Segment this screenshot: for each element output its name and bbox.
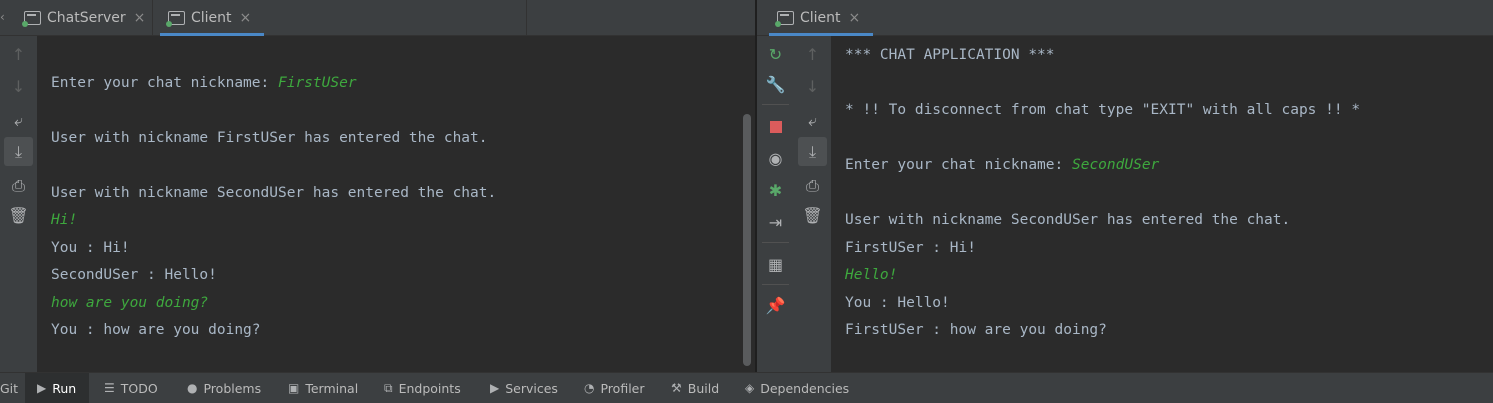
console-line: Enter your chat nickname: SecondUSer: [845, 157, 1160, 173]
left-console-output[interactable]: Enter your chat nickname: FirstUSer User…: [37, 36, 755, 372]
close-icon[interactable]: ×: [849, 10, 861, 26]
problems-icon: ●: [187, 381, 198, 395]
tool-window-git[interactable]: Git: [0, 373, 22, 403]
console-tab-icon: [22, 11, 41, 27]
console-line: You : Hello!: [845, 295, 950, 311]
console-line: You : Hi!: [51, 240, 130, 256]
problems-label: Problems: [203, 380, 262, 396]
console-line: SecondUSer : Hello!: [51, 267, 217, 283]
user-input-text: SecondUSer: [1071, 157, 1160, 173]
tab-scroll-left-icon[interactable]: ‹: [0, 10, 5, 24]
exit-icon[interactable]: ⇥: [761, 208, 790, 237]
vertical-scrollbar[interactable]: [743, 114, 751, 366]
print-icon[interactable]: ⎙: [798, 171, 827, 200]
toolbar-divider: [762, 104, 789, 105]
git-label: Git: [0, 380, 19, 396]
build-icon: ⚒: [671, 381, 682, 395]
console-line: Enter your chat nickname: FirstUSer: [51, 75, 357, 91]
layout-icon[interactable]: ▦: [761, 250, 790, 279]
soft-wrap-icon[interactable]: ⤶: [4, 106, 33, 135]
profiler-label: Profiler: [600, 380, 645, 396]
stop-icon[interactable]: [761, 112, 790, 141]
run-icon: ▶: [37, 381, 47, 395]
console-line: You : how are you doing?: [51, 322, 261, 338]
dependencies-label: Dependencies: [760, 380, 850, 396]
toolbar-divider: [762, 242, 789, 243]
console-tab-icon: [775, 11, 794, 27]
user-input-line: Hi!: [51, 212, 78, 228]
terminal-label: Terminal: [305, 380, 359, 396]
tab-divider: [152, 0, 153, 36]
trash-icon[interactable]: 🗑: [798, 201, 827, 230]
tab-client[interactable]: Client ×: [769, 0, 873, 36]
profiler-icon: ◔: [584, 381, 595, 395]
left-run-pane: ‹ ChatServer × Client × ↑ ↓ ⤶ ⤓ ⎙ 🗑 Ente…: [0, 0, 755, 372]
console-line: * !! To disconnect from chat type "EXIT"…: [845, 102, 1361, 118]
tab-client[interactable]: Client ×: [160, 0, 264, 36]
right-run-toolbar: ↑ ↓ ⤶ ⤓ ⎙ 🗑: [794, 36, 831, 372]
scroll-to-end-icon[interactable]: ⤓: [798, 137, 827, 166]
up-arrow-icon[interactable]: ↑: [4, 40, 33, 69]
console-line: *** CHAT APPLICATION ***: [845, 47, 1055, 63]
console-line: FirstUSer : Hi!: [845, 240, 976, 256]
tool-window-bar: Git ▶ Run ☰ TODO ● Problems ▣ Terminal ⧉…: [0, 372, 1493, 403]
todo-icon: ☰: [104, 381, 115, 395]
close-icon[interactable]: ×: [134, 10, 146, 26]
tool-window-run[interactable]: ▶ Run: [25, 373, 89, 403]
dependencies-icon: ◈: [745, 381, 755, 395]
trash-icon[interactable]: 🗑: [4, 201, 33, 230]
endpoints-icon: ⧉: [384, 380, 393, 395]
endpoints-label: Endpoints: [398, 380, 461, 396]
tab-label: Client: [191, 10, 232, 26]
tool-window-problems[interactable]: ● Problems: [187, 373, 261, 403]
right-console-output[interactable]: *** CHAT APPLICATION *** * !! To disconn…: [831, 36, 1493, 372]
tool-window-endpoints[interactable]: ⧉ Endpoints: [384, 373, 461, 403]
right-run-actions-toolbar: ↻ 🔧 ◉ ✱ ⇥ ▦ 📌: [757, 36, 794, 372]
tab-divider: [526, 0, 527, 36]
run-label: Run: [52, 380, 77, 396]
tool-window-profiler[interactable]: ◔ Profiler: [584, 373, 645, 403]
console-line: FirstUSer : how are you doing?: [845, 322, 1107, 338]
pin-icon[interactable]: 📌: [761, 291, 790, 320]
debug-icon[interactable]: ✱: [761, 176, 790, 205]
tool-window-build[interactable]: ⚒ Build: [671, 373, 719, 403]
rerun-icon[interactable]: ↻: [761, 40, 790, 69]
build-label: Build: [687, 380, 720, 396]
tool-window-terminal[interactable]: ▣ Terminal: [288, 373, 358, 403]
toolbar-divider: [762, 284, 789, 285]
user-input-line: how are you doing?: [51, 295, 209, 311]
tab-label: Client: [800, 10, 841, 26]
right-run-pane: Client × ↻ 🔧 ◉ ✱ ⇥ ▦ 📌 ↑ ↓ ⤶ ⤓ ⎙ 🗑 *** C…: [757, 0, 1493, 372]
right-tab-bar: Client ×: [757, 0, 1493, 36]
tab-chatserver[interactable]: ChatServer ×: [16, 0, 152, 36]
scroll-to-end-icon[interactable]: ⤓: [4, 137, 33, 166]
down-arrow-icon[interactable]: ↓: [798, 72, 827, 101]
soft-wrap-icon[interactable]: ⤶: [798, 106, 827, 135]
down-arrow-icon[interactable]: ↓: [4, 72, 33, 101]
console-line: User with nickname SecondUSer has entere…: [51, 185, 497, 201]
close-icon[interactable]: ×: [240, 10, 252, 26]
tool-window-todo[interactable]: ☰ TODO: [104, 373, 158, 403]
up-arrow-icon[interactable]: ↑: [798, 40, 827, 69]
left-tab-bar: ‹ ChatServer × Client ×: [0, 0, 755, 36]
tool-window-dependencies[interactable]: ◈ Dependencies: [745, 373, 849, 403]
tool-window-services[interactable]: ▶ Services: [490, 373, 558, 403]
services-icon: ▶: [490, 381, 500, 395]
user-input-line: Hello!: [845, 267, 898, 283]
todo-label: TODO: [120, 380, 158, 396]
tab-label: ChatServer: [47, 10, 126, 26]
left-run-toolbar: ↑ ↓ ⤶ ⤓ ⎙ 🗑: [0, 36, 37, 372]
user-input-text: FirstUSer: [277, 75, 357, 91]
console-tab-icon: [166, 11, 185, 27]
camera-icon[interactable]: ◉: [761, 144, 790, 173]
wrench-icon[interactable]: 🔧: [761, 70, 790, 99]
console-line: User with nickname FirstUSer has entered…: [51, 130, 488, 146]
print-icon[interactable]: ⎙: [4, 171, 33, 200]
terminal-icon: ▣: [288, 381, 300, 395]
console-line: User with nickname SecondUSer has entere…: [845, 212, 1291, 228]
services-label: Services: [505, 380, 558, 396]
